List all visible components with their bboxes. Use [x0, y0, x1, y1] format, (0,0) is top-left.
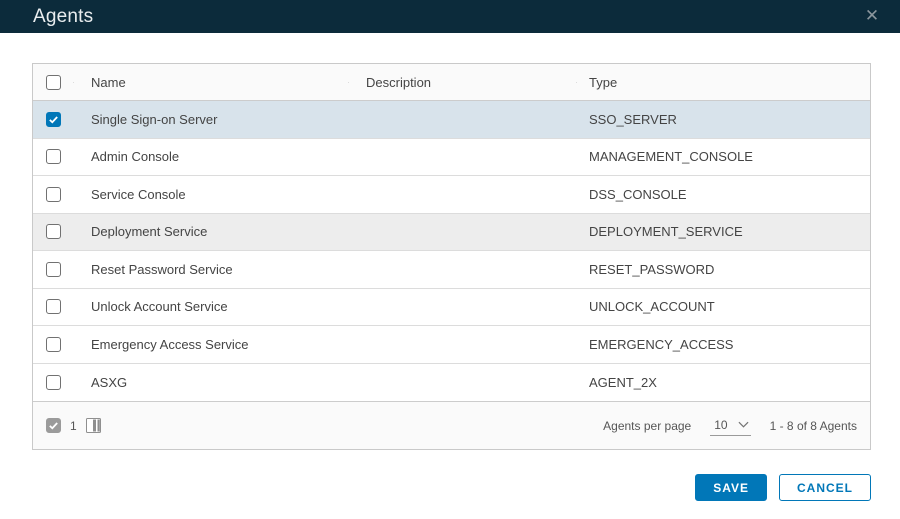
table-footer: 1 Agents per page 10 1 - 8 of 8 Agents — [33, 401, 870, 449]
row-checkbox-cell — [33, 224, 73, 239]
select-all-cell — [33, 75, 73, 90]
table-row[interactable]: Admin Console MANAGEMENT_CONSOLE — [33, 139, 870, 177]
name-cell: ASXG — [73, 375, 348, 390]
type-cell: SSO_SERVER — [576, 112, 870, 127]
pagination-group: Agents per page 10 1 - 8 of 8 Agents — [603, 416, 870, 436]
row-checkbox[interactable] — [46, 262, 61, 277]
name-cell: Admin Console — [73, 149, 348, 164]
row-checkbox-cell — [33, 187, 73, 202]
chevron-down-icon — [738, 421, 749, 428]
name-cell: Service Console — [73, 187, 348, 202]
row-checkbox-cell — [33, 337, 73, 352]
page-range-text: 1 - 8 of 8 Agents — [770, 419, 857, 433]
type-cell: AGENT_2X — [576, 375, 870, 390]
type-cell: DEPLOYMENT_SERVICE — [576, 224, 870, 239]
row-checkbox-cell — [33, 112, 73, 127]
table-row[interactable]: Single Sign-on Server SSO_SERVER — [33, 101, 870, 139]
type-cell: EMERGENCY_ACCESS — [576, 337, 870, 352]
row-checkbox[interactable] — [46, 337, 61, 352]
row-checkbox[interactable] — [46, 224, 61, 239]
selected-count: 1 — [70, 419, 77, 433]
name-cell: Deployment Service — [73, 224, 348, 239]
row-checkbox[interactable] — [46, 375, 61, 390]
per-page-select[interactable]: 10 — [710, 416, 750, 436]
dialog-title: Agents — [0, 6, 93, 28]
selection-indicator-checkbox — [46, 418, 61, 433]
name-cell: Reset Password Service — [73, 262, 348, 277]
table-row[interactable]: Emergency Access Service EMERGENCY_ACCESS — [33, 326, 870, 364]
row-checkbox[interactable] — [46, 299, 61, 314]
column-header-type[interactable]: Type — [576, 75, 870, 90]
column-header-name[interactable]: Name — [73, 75, 348, 90]
dialog-header: Agents ✕ — [0, 0, 900, 33]
table-row[interactable]: ASXG AGENT_2X — [33, 364, 870, 402]
row-checkbox[interactable] — [46, 187, 61, 202]
type-cell: UNLOCK_ACCOUNT — [576, 299, 870, 314]
cancel-button[interactable]: CANCEL — [779, 474, 871, 501]
column-toggle-icon[interactable] — [86, 418, 101, 433]
row-checkbox[interactable] — [46, 149, 61, 164]
type-cell: DSS_CONSOLE — [576, 187, 870, 202]
per-page-label: Agents per page — [603, 419, 691, 433]
table-row[interactable]: Deployment Service DEPLOYMENT_SERVICE — [33, 214, 870, 252]
select-all-checkbox[interactable] — [46, 75, 61, 90]
row-checkbox-cell — [33, 299, 73, 314]
table-row[interactable]: Reset Password Service RESET_PASSWORD — [33, 251, 870, 289]
row-checkbox-cell — [33, 149, 73, 164]
agents-table: Name Description Type Single Sign-on Ser… — [32, 63, 871, 450]
name-cell: Unlock Account Service — [73, 299, 348, 314]
name-cell: Single Sign-on Server — [73, 112, 348, 127]
close-icon[interactable]: ✕ — [860, 4, 884, 28]
column-header-description[interactable]: Description — [348, 75, 576, 90]
row-checkbox-cell — [33, 375, 73, 390]
footer-selection-group: 1 — [33, 418, 101, 433]
type-cell: MANAGEMENT_CONSOLE — [576, 149, 870, 164]
type-cell: RESET_PASSWORD — [576, 262, 870, 277]
table-header-row: Name Description Type — [33, 64, 870, 101]
per-page-value: 10 — [714, 418, 727, 432]
table-body: Single Sign-on Server SSO_SERVER Admin Con… — [33, 101, 870, 401]
table-row[interactable]: Unlock Account Service UNLOCK_ACCOUNT — [33, 289, 870, 327]
name-cell: Emergency Access Service — [73, 337, 348, 352]
row-checkbox-cell — [33, 262, 73, 277]
dialog-actions: SAVE CANCEL — [695, 474, 871, 501]
table-row[interactable]: Service Console DSS_CONSOLE — [33, 176, 870, 214]
row-checkbox[interactable] — [46, 112, 61, 127]
save-button[interactable]: SAVE — [695, 474, 767, 501]
